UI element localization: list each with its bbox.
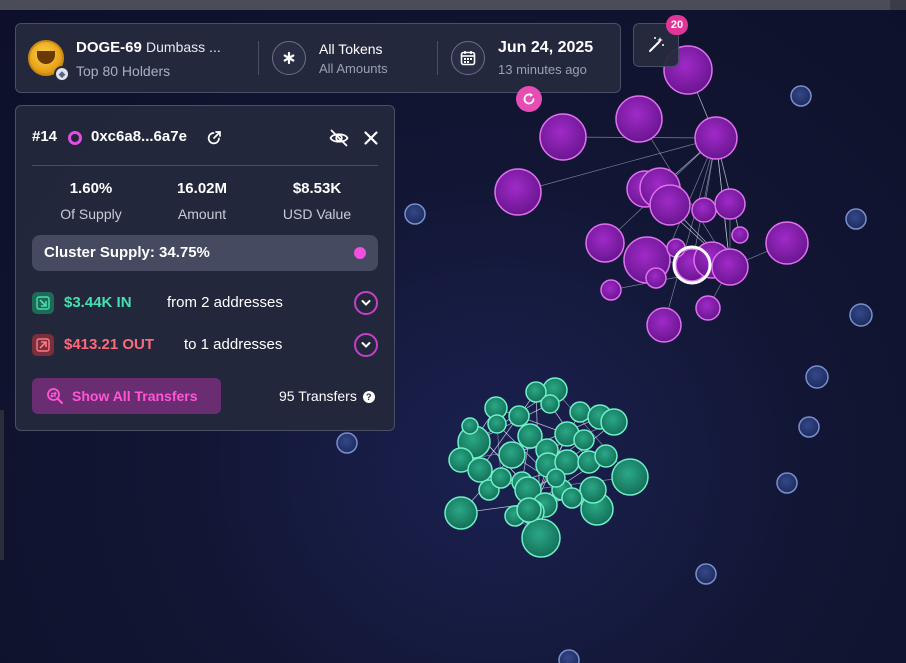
holder-bubble-green-cluster[interactable] <box>594 444 618 468</box>
holder-bubble-green-cluster[interactable] <box>467 457 493 483</box>
inflow-expand-button[interactable] <box>354 291 378 315</box>
holder-bubble-purple-cluster[interactable] <box>494 168 542 216</box>
token-header-bar[interactable]: ◆ DOGE-69 Dumbass ... Top 80 Holders All… <box>15 23 621 93</box>
holder-bubble-green-cluster[interactable] <box>540 394 560 414</box>
stat-amount: 16.02M Amount <box>147 180 257 222</box>
holder-bubble-purple-cluster[interactable] <box>714 188 746 220</box>
stat-value: 16.02M <box>176 180 228 197</box>
holder-bubble-unclustered[interactable] <box>404 203 426 225</box>
filter-title[interactable]: All Tokens <box>319 41 383 57</box>
holder-bubble-green-cluster[interactable] <box>490 467 512 489</box>
holder-bubble-green-cluster[interactable] <box>521 518 561 558</box>
token-name: Dumbass ... <box>146 39 221 55</box>
token-title: DOGE-69 Dumbass ... <box>76 39 221 56</box>
cluster-supply-bar[interactable]: Cluster Supply: 34.75% <box>32 235 378 271</box>
filter-subtitle[interactable]: All Amounts <box>319 61 388 76</box>
holder-bubble-purple-cluster[interactable] <box>539 113 587 161</box>
ethereum-icon: ◆ <box>54 66 70 82</box>
transfers-count-text: 95 Transfers <box>279 388 357 404</box>
holder-bubble-purple-cluster[interactable] <box>649 184 691 226</box>
calendar-icon[interactable] <box>451 41 485 75</box>
panel-divider <box>32 165 378 166</box>
refresh-icon <box>523 93 535 105</box>
holder-bubble-green-cluster[interactable] <box>600 408 628 436</box>
holder-bubble-green-cluster[interactable] <box>461 417 479 435</box>
help-icon[interactable]: ? <box>362 391 375 403</box>
holder-bubble-green-cluster[interactable] <box>508 405 530 427</box>
magic-count-badge: 20 <box>666 15 688 35</box>
stat-label: USD Value <box>282 206 352 222</box>
holder-bubble-unclustered[interactable] <box>798 416 820 438</box>
holder-bubble-green-cluster[interactable] <box>498 441 526 469</box>
holder-bubble-unclustered[interactable] <box>776 472 798 494</box>
holder-bubble-green-cluster[interactable] <box>561 487 583 509</box>
holder-bubble-green-cluster[interactable] <box>487 414 507 434</box>
holder-bubble-unclustered[interactable] <box>790 85 812 107</box>
holder-rank: #14 <box>32 128 58 145</box>
holder-bubble-purple-cluster[interactable] <box>691 197 717 223</box>
external-link-icon[interactable] <box>206 130 222 151</box>
holder-address[interactable]: 0xc6a8...6a7e <box>91 128 187 145</box>
outflow-row[interactable]: $413.21 OUT to 1 addresses <box>32 332 378 358</box>
show-all-transfers-button[interactable]: Show All Transfers <box>32 378 221 414</box>
chevron-down-icon <box>361 300 371 306</box>
holder-bubble-purple-cluster[interactable] <box>600 279 622 301</box>
holder-bubble-green-cluster[interactable] <box>546 468 566 488</box>
snapshot-age: 13 minutes ago <box>498 62 587 77</box>
inflow-amount: $3.44K IN <box>64 294 132 311</box>
holder-bubble-purple-cluster[interactable] <box>711 248 749 286</box>
cluster-color-ring <box>68 131 82 145</box>
holder-bubble-green-cluster[interactable] <box>611 458 649 496</box>
arrow-out-icon <box>32 334 54 356</box>
holder-bubble-green-cluster[interactable] <box>573 429 595 451</box>
inflow-row[interactable]: $3.44K IN from 2 addresses <box>32 290 378 316</box>
holder-bubble-green-cluster[interactable] <box>516 497 542 523</box>
holder-bubble-green-cluster[interactable] <box>444 496 478 530</box>
cluster-supply-label: Cluster Supply: 34.75% <box>44 244 210 261</box>
stat-label: Amount <box>177 206 227 222</box>
holder-bubble-purple-cluster[interactable] <box>765 221 809 265</box>
asterisk-icon[interactable] <box>272 41 306 75</box>
refresh-button[interactable] <box>516 86 542 112</box>
magic-wand-icon <box>649 37 664 52</box>
header-divider <box>258 41 259 75</box>
holder-detail-panel: #14 0xc6a8...6a7e 1.60% Of Supply 16.02M… <box>15 105 395 431</box>
arrow-in-icon <box>32 292 54 314</box>
holder-bubble-unclustered[interactable] <box>849 303 873 327</box>
holder-bubble-unclustered[interactable] <box>805 365 829 389</box>
holder-bubble-purple-cluster[interactable] <box>731 226 749 244</box>
holder-bubble-purple-cluster[interactable] <box>585 223 625 263</box>
eye-off-icon[interactable] <box>329 129 349 152</box>
inflow-text: from 2 addresses <box>167 294 283 311</box>
holder-bubble-unclustered[interactable] <box>695 563 717 585</box>
holder-bubble-purple-cluster[interactable] <box>615 95 663 143</box>
holder-bubble-green-cluster[interactable] <box>569 401 591 423</box>
stat-value: 1.60% <box>69 180 113 197</box>
outflow-text: to 1 addresses <box>184 336 283 353</box>
snapshot-date[interactable]: Jun 24, 2025 <box>498 39 593 57</box>
token-symbol: DOGE-69 <box>76 39 142 56</box>
header-divider <box>437 41 438 75</box>
outflow-expand-button[interactable] <box>354 333 378 357</box>
stat-label: Of Supply <box>60 206 122 222</box>
cluster-color-dot <box>354 247 366 259</box>
outflow-amount: $413.21 OUT <box>64 336 155 353</box>
close-icon[interactable] <box>362 129 380 152</box>
holder-bubble-purple-cluster[interactable] <box>646 307 682 343</box>
show-all-transfers-label: Show All Transfers <box>72 388 198 404</box>
holder-bubble-purple-cluster[interactable] <box>645 267 667 289</box>
chevron-down-icon <box>361 342 371 348</box>
stat-value: $8.53K <box>292 180 342 197</box>
holder-bubble-purple-cluster[interactable] <box>695 295 721 321</box>
stat-supply: 1.60% Of Supply <box>36 180 146 222</box>
stat-usd-value: $8.53K USD Value <box>262 180 372 222</box>
transfers-count: 95 Transfers ? <box>279 388 375 404</box>
holder-bubble-purple-cluster[interactable] <box>694 116 738 160</box>
holder-bubble-unclustered[interactable] <box>336 432 358 454</box>
search-transfers-icon <box>47 388 63 404</box>
holder-bubble-unclustered[interactable] <box>558 649 580 663</box>
holder-bubble-unclustered[interactable] <box>845 208 867 230</box>
holder-bubble-green-cluster[interactable] <box>579 476 607 504</box>
holders-label: Top 80 Holders <box>76 63 171 79</box>
